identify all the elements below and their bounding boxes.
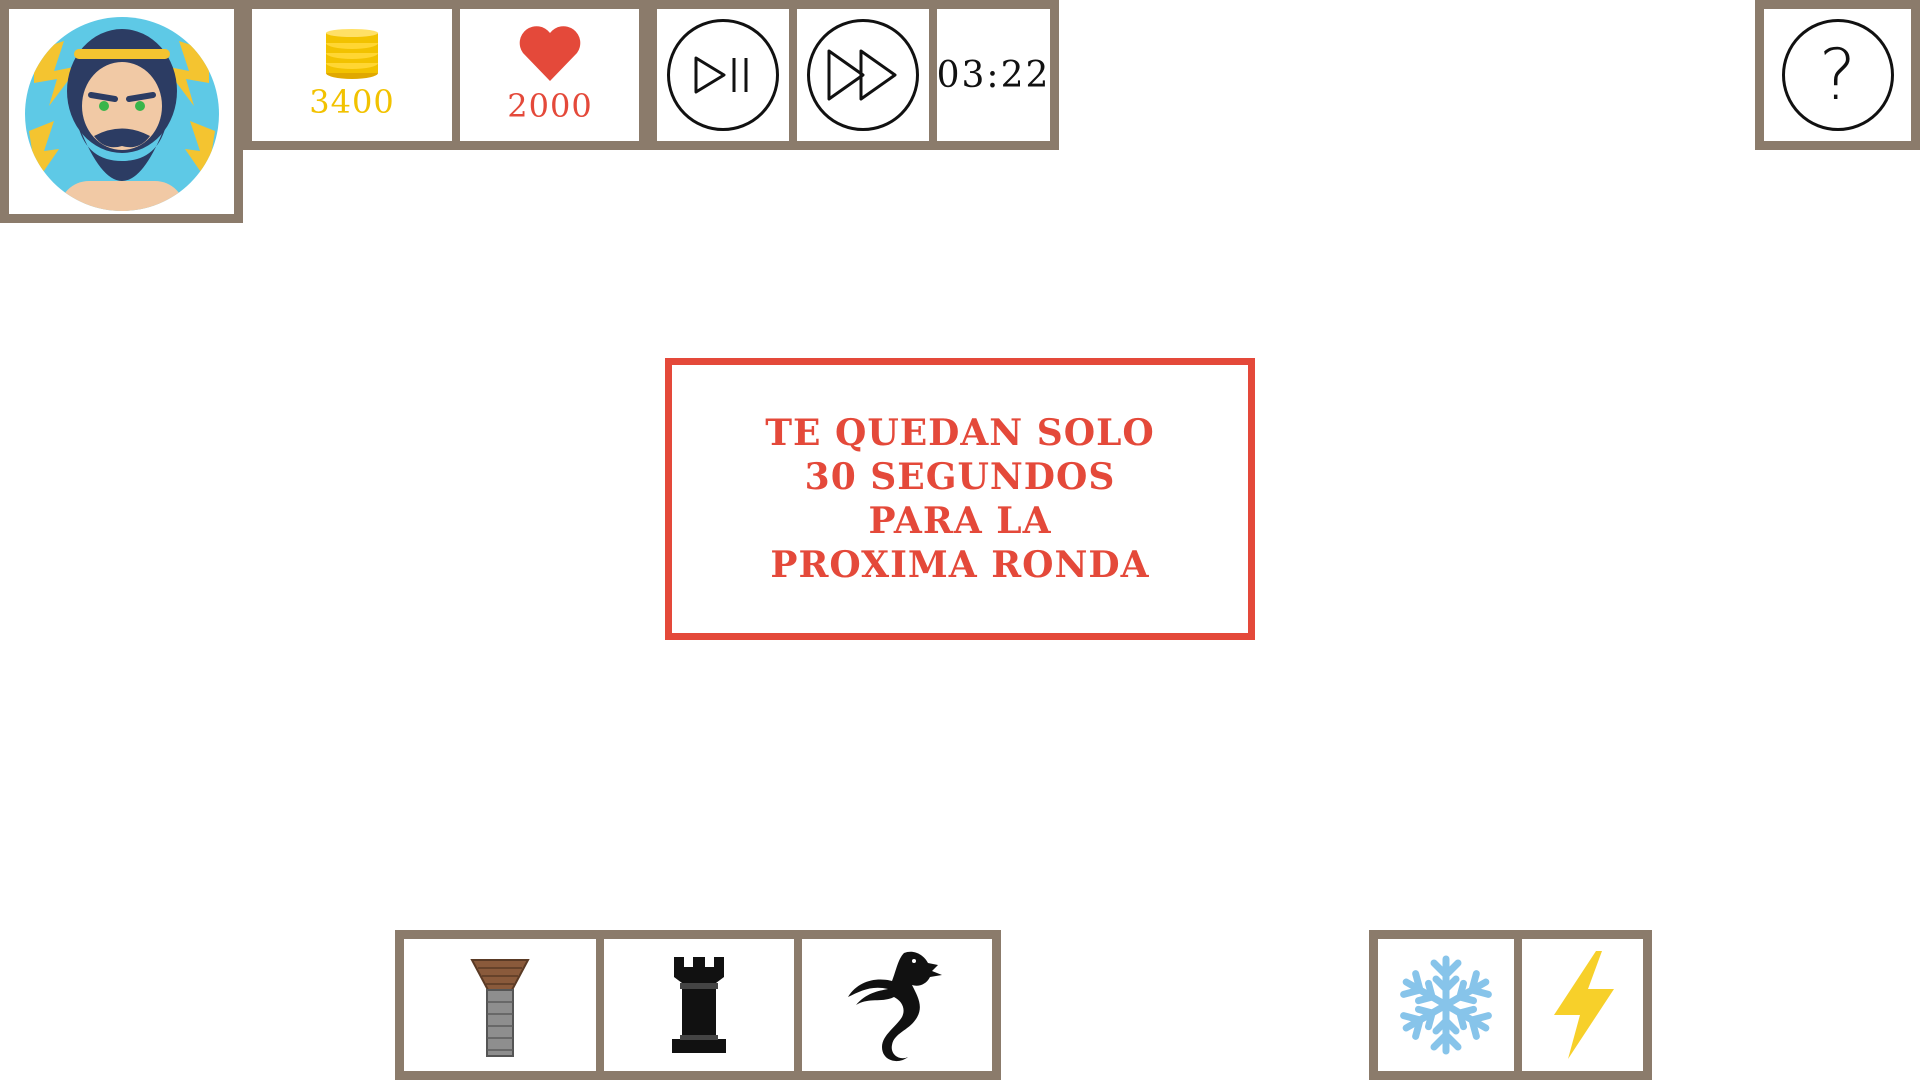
spell-bar bbox=[1369, 930, 1652, 1080]
coin-stack-icon bbox=[322, 29, 382, 83]
rook-tower-slot[interactable] bbox=[604, 939, 794, 1071]
help-panel: ? bbox=[1755, 0, 1920, 150]
message-line: TE QUEDAN SOLO bbox=[765, 412, 1155, 454]
rook-tower-icon bbox=[672, 957, 726, 1053]
message-line: 30 SEGUNDOS bbox=[804, 456, 1116, 498]
help-button[interactable]: ? bbox=[1781, 19, 1894, 131]
divider bbox=[452, 9, 460, 141]
play-pause-button[interactable] bbox=[667, 19, 779, 131]
avatar-panel bbox=[0, 0, 243, 223]
dragon-tower-slot[interactable] bbox=[802, 939, 992, 1071]
lightning-spell-slot[interactable] bbox=[1522, 939, 1643, 1071]
divider bbox=[789, 9, 797, 141]
brick-tower-slot[interactable] bbox=[404, 939, 596, 1071]
coins-value: 3400 bbox=[309, 83, 395, 121]
coins-display: 3400 bbox=[252, 9, 452, 141]
fast-forward-button[interactable] bbox=[807, 19, 919, 131]
lightning-icon bbox=[1553, 951, 1614, 1059]
fast-forward-cell bbox=[797, 9, 929, 141]
play-pause-cell bbox=[657, 9, 789, 141]
divider bbox=[794, 939, 802, 1071]
divider bbox=[1514, 939, 1522, 1071]
timer-cell: 03:22 bbox=[937, 9, 1050, 141]
divider bbox=[596, 939, 604, 1071]
resources-panel: 3400 2000 bbox=[243, 0, 648, 150]
brick-tower-icon bbox=[470, 959, 530, 1057]
message-line: PARA LA bbox=[868, 500, 1052, 542]
dragon-tower-icon bbox=[848, 951, 942, 1062]
round-timer: 03:22 bbox=[936, 54, 1051, 96]
message-line: PROXIMA RONDA bbox=[770, 544, 1150, 586]
lives-display: 2000 bbox=[460, 9, 640, 141]
fast-forward-icon bbox=[827, 49, 897, 101]
freeze-spell-slot[interactable] bbox=[1378, 939, 1514, 1071]
tower-bar bbox=[395, 930, 1001, 1080]
zeus-avatar-icon bbox=[19, 11, 225, 221]
play-pause-icon bbox=[694, 56, 748, 94]
heart-icon bbox=[517, 25, 583, 87]
round-warning-message: TE QUEDAN SOLO 30 SEGUNDOS PARA LA PROXI… bbox=[665, 358, 1255, 640]
controls-panel: 03:22 bbox=[648, 0, 1059, 150]
lives-value: 2000 bbox=[507, 87, 593, 125]
snowflake-icon bbox=[1394, 955, 1498, 1057]
